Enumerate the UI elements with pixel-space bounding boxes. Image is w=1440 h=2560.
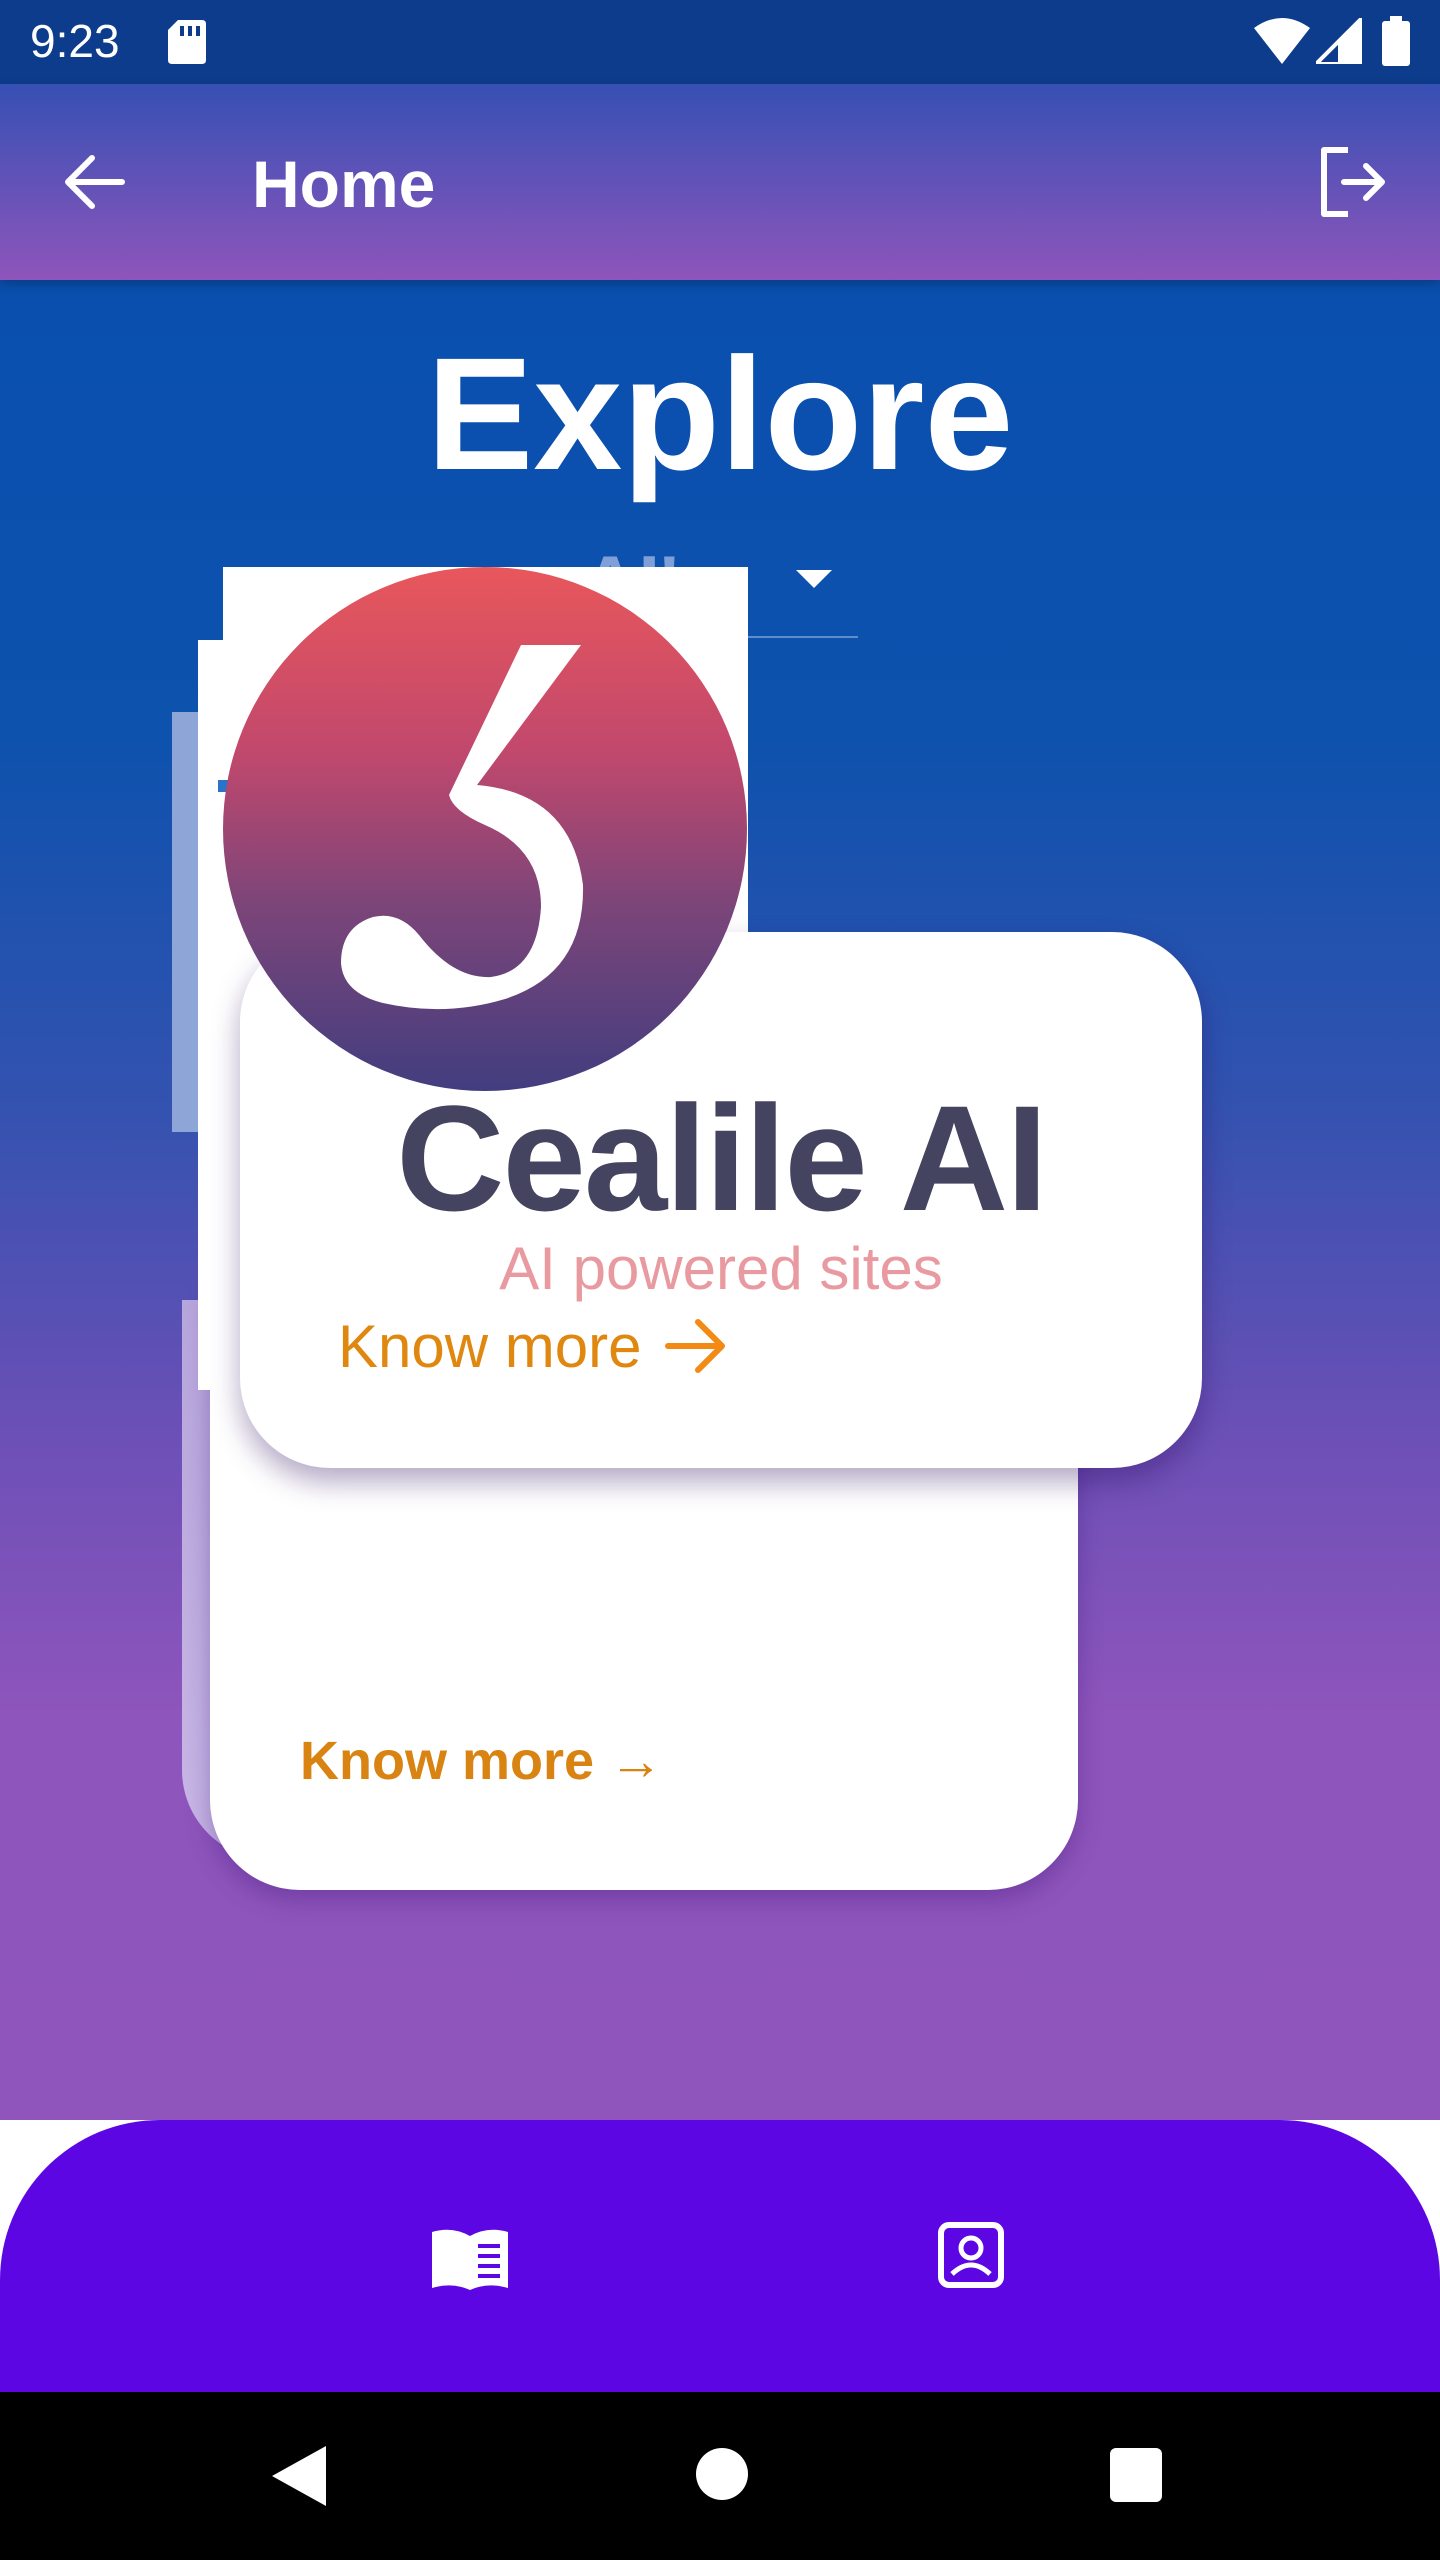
screen: 9:23 Home Explore Know more → Cealile AI… <box>0 0 1440 2560</box>
card-subtitle: AI powered sites <box>499 1235 943 1302</box>
card-logo <box>223 567 747 1091</box>
system-recents-icon[interactable] <box>1110 2448 1162 2502</box>
sd-card-icon <box>168 20 206 64</box>
know-more-link[interactable]: Know more <box>338 1312 641 1381</box>
bottom-navigation <box>0 2120 1440 2392</box>
system-back-icon[interactable] <box>272 2446 328 2506</box>
explore-heading: Explore <box>426 324 1014 503</box>
signal-icon <box>1316 18 1362 64</box>
stylized-3-logo-icon <box>341 645 584 1010</box>
arrow-right-icon[interactable] <box>662 1316 730 1376</box>
card-title: Cealile AI <box>396 1074 1048 1242</box>
status-bar: 9:23 <box>0 0 1440 84</box>
battery-icon <box>1382 16 1410 66</box>
card-behind-know-more-link[interactable]: Know more → <box>300 1730 663 1792</box>
system-navigation-bar <box>0 2392 1440 2560</box>
status-time: 9:23 <box>30 15 120 67</box>
system-home-icon[interactable] <box>696 2448 748 2500</box>
logout-icon[interactable] <box>1318 146 1388 218</box>
app-bar: Home <box>0 84 1440 280</box>
back-arrow-icon[interactable] <box>62 150 126 214</box>
page-title: Home <box>252 147 436 221</box>
profile-icon[interactable] <box>938 2222 1004 2288</box>
wifi-icon <box>1254 18 1310 64</box>
book-icon[interactable] <box>430 2226 510 2294</box>
dropdown-arrow-icon <box>796 570 832 588</box>
